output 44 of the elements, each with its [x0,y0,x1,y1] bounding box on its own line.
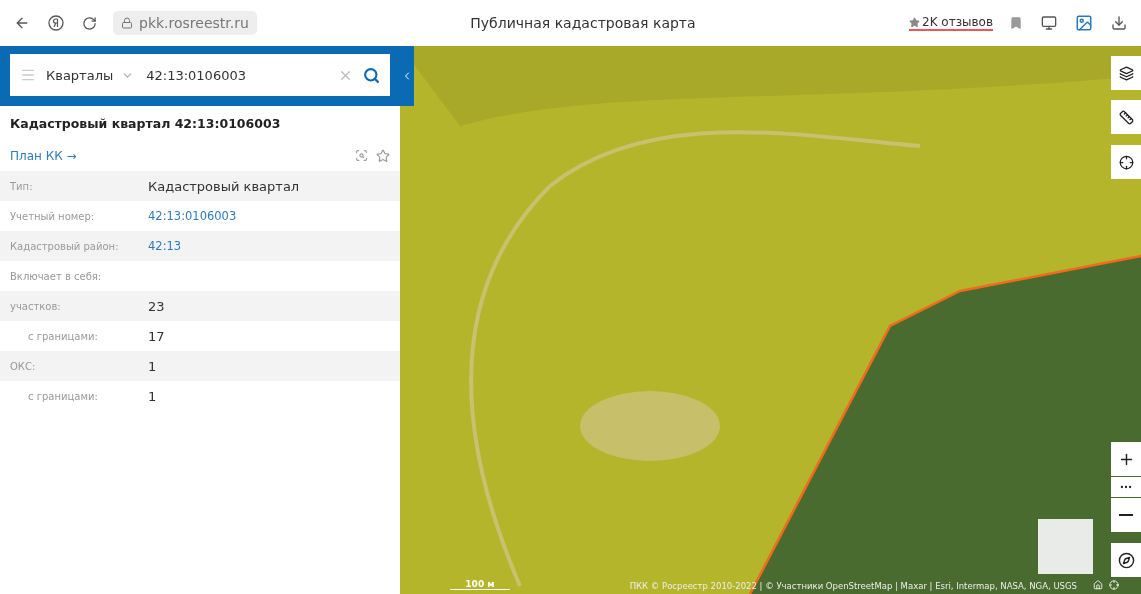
layer-dropdown[interactable]: Кварталы [46,67,135,83]
ruler-icon [1118,109,1134,125]
home-icon[interactable] [1093,580,1103,590]
preview-icon[interactable] [355,149,368,162]
info-label: Учетный номер: [10,210,96,222]
ruler-button[interactable] [1111,100,1141,134]
page-title: Публичная кадастровая карта [469,15,697,31]
info-label: Включает в себя: [10,270,103,282]
compass-icon [1117,551,1135,569]
info-value: 23 [148,298,165,314]
info-value: 1 [148,388,157,404]
panel-title: Кадастровый квартал 42:13:0106003 [9,115,282,133]
scale-bar: 100 м [450,579,510,590]
download-icon[interactable] [1109,13,1129,33]
search-field[interactable]: Кварталы 42:13:0106003 [10,54,390,96]
locate-button[interactable] [1111,145,1141,179]
crosshair-icon [1118,154,1134,170]
info-label: с границами: [28,390,99,402]
value-link[interactable]: 42:13 [148,239,182,253]
plan-link[interactable]: План КК → [10,149,77,163]
compass-button[interactable] [1111,543,1141,577]
star-icon[interactable] [376,149,390,163]
value-link[interactable]: 42:13:0106003 [148,209,237,223]
zoom-in-button[interactable] [1111,442,1141,476]
star-icon [909,16,920,28]
crosshair-icon[interactable] [1109,580,1119,590]
search-icon[interactable] [363,66,380,84]
attribution-text: ПКК © Росреестр 2010-2022 | © Участники OpenStreetMap | Maxar | Esri, Intermap, NASA, NGA, USGS [629,581,1077,591]
info-label: с границами: [28,330,99,342]
minus-icon [1119,514,1133,516]
info-value: 17 [148,328,165,344]
layers-button[interactable] [1111,56,1141,90]
reviews-link[interactable]: 2K отзывов [909,15,993,31]
info-value: Кадастровый квартал [148,178,300,194]
address-bar[interactable]: pkk.rosreestr.ru [113,11,257,35]
info-label: Тип: [10,180,34,192]
browser-logo-icon[interactable] [46,13,66,33]
info-label: участков: [10,300,62,312]
layers-icon [1118,65,1134,81]
lock-icon [121,17,133,29]
info-label: ОКС: [10,360,37,372]
info-value: 1 [148,358,157,374]
info-label: Кадастровый район: [10,240,120,252]
zoom-out-button[interactable] [1111,498,1141,532]
